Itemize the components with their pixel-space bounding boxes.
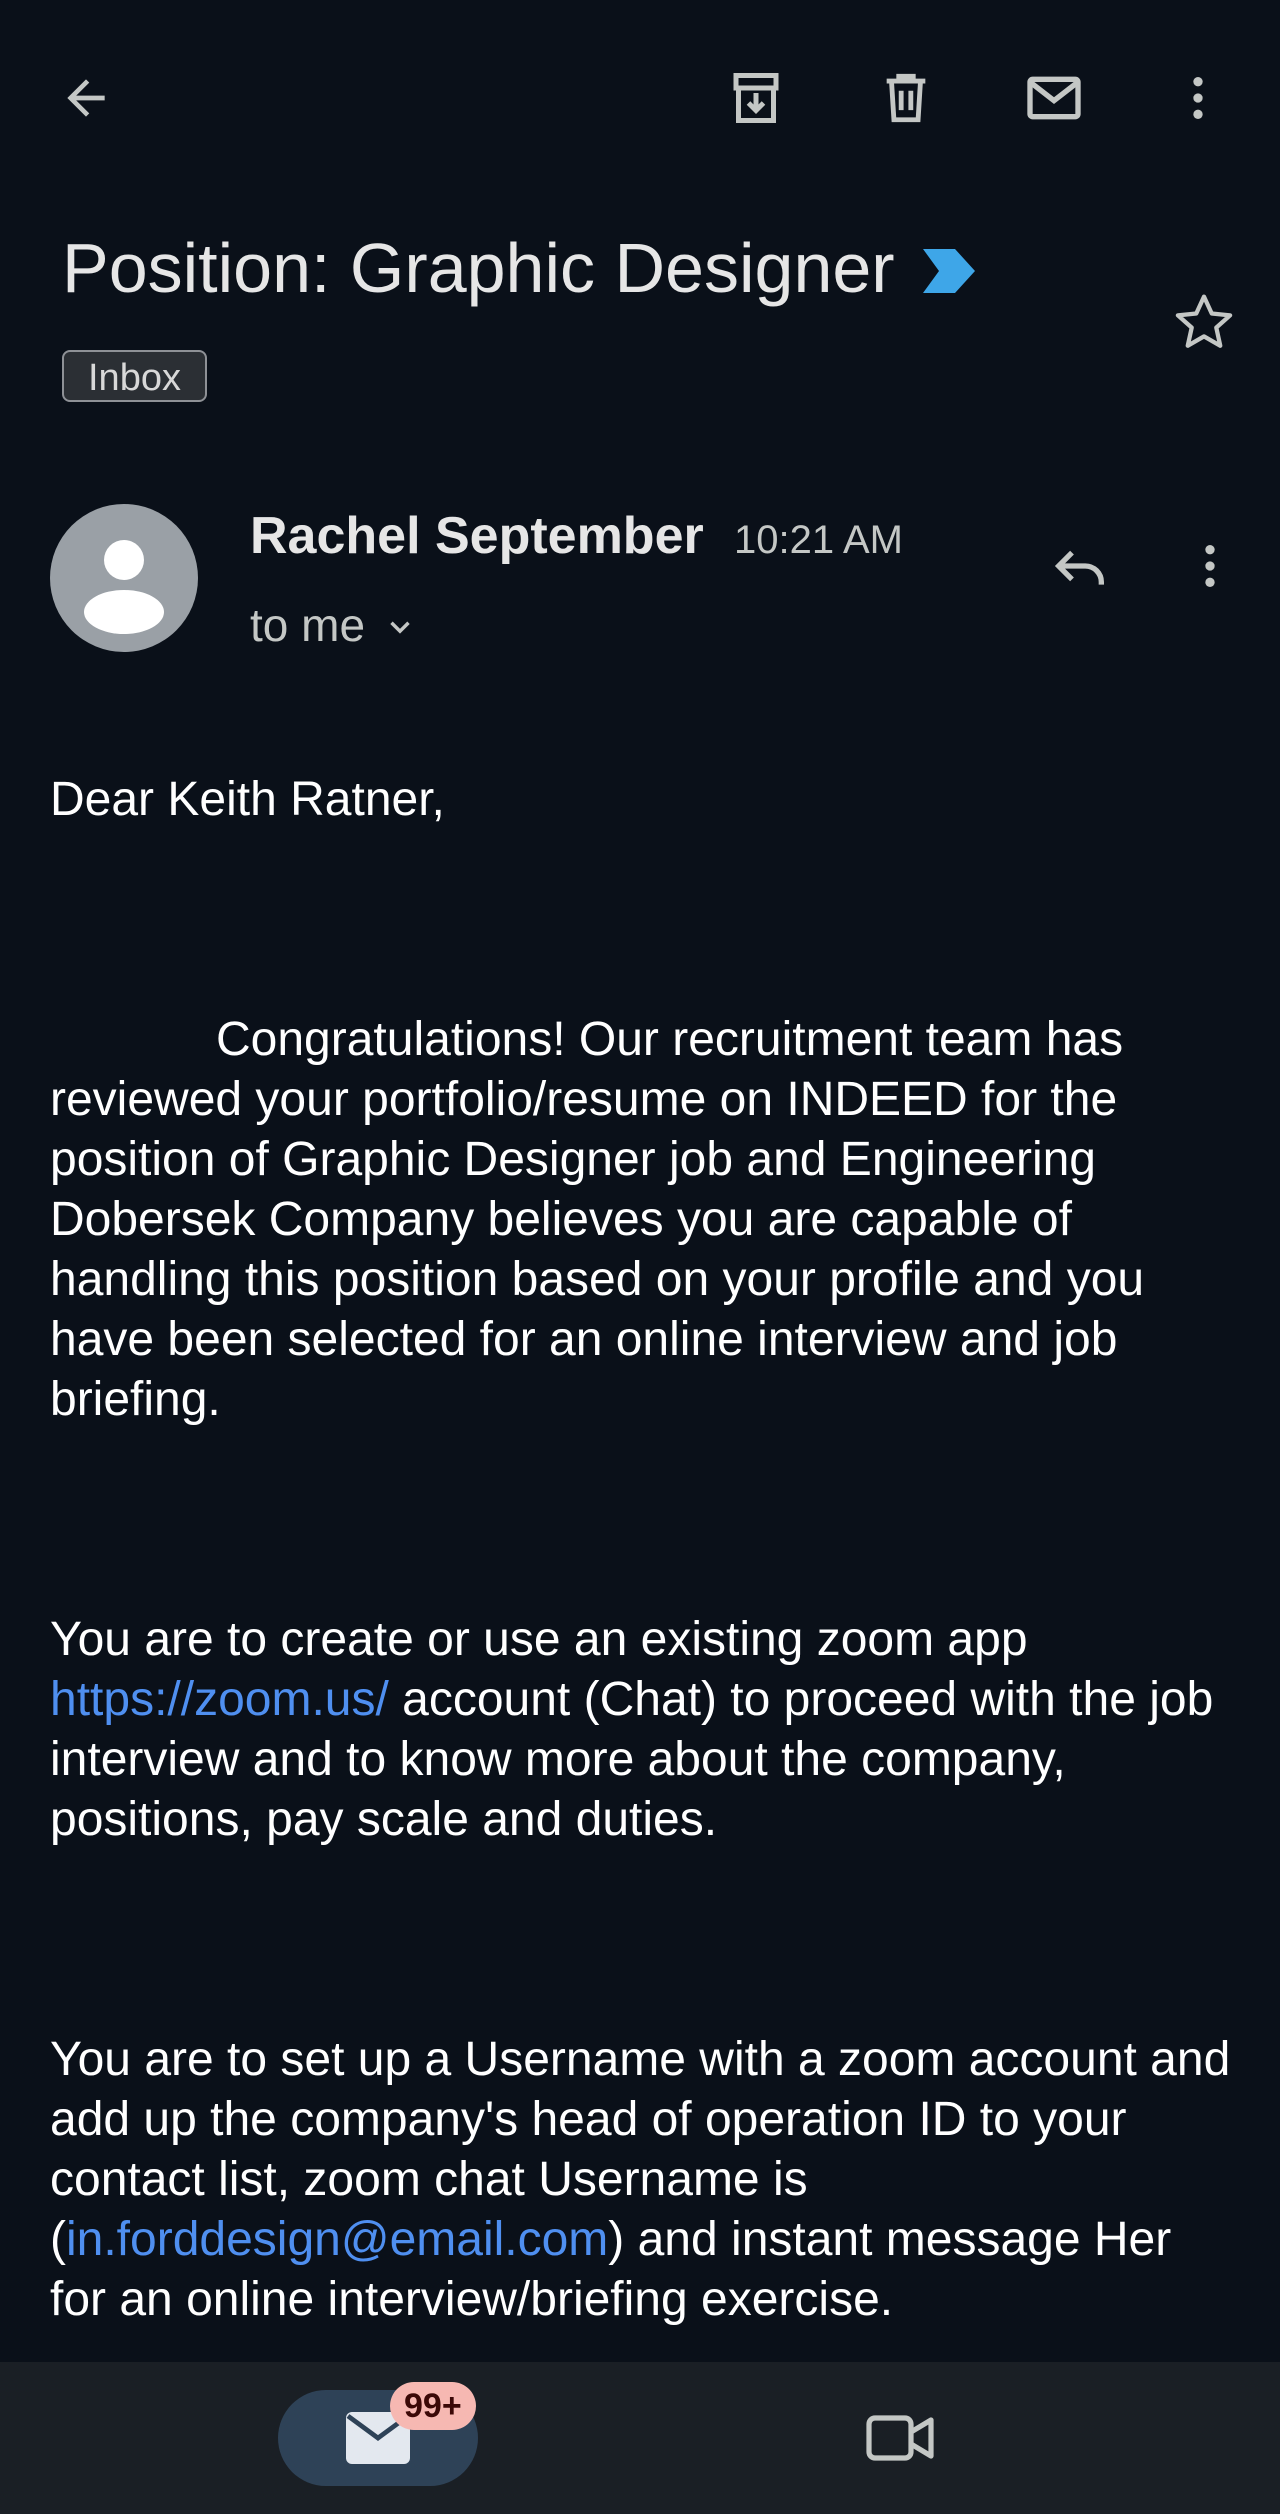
video-camera-icon <box>866 2415 934 2461</box>
reply-button[interactable] <box>1030 516 1130 616</box>
nav-meet-tab[interactable] <box>850 2390 950 2486</box>
email-body: Dear Keith Ratner, Congratulations! Our … <box>50 770 1240 2330</box>
chevron-down-icon <box>390 621 410 634</box>
back-button[interactable] <box>36 48 136 148</box>
body-greeting: Dear Keith Ratner, <box>50 773 445 826</box>
archive-icon <box>733 73 779 123</box>
more-vertical-icon <box>1193 77 1203 119</box>
zoom-link[interactable]: https://zoom.us/ <box>50 1673 389 1726</box>
star-outline-icon <box>1175 294 1233 348</box>
sender-name[interactable]: Rachel September <box>250 506 704 566</box>
recipient-details-toggle[interactable]: to me <box>250 598 417 652</box>
importance-marker-icon[interactable] <box>922 249 979 293</box>
mail-icon <box>1027 76 1081 120</box>
archive-button[interactable] <box>706 48 806 148</box>
person-avatar-icon <box>84 540 164 634</box>
unread-count-badge: 99+ <box>390 2382 476 2430</box>
subject-title: Position: Graphic Designer <box>62 229 895 307</box>
zoom-text-pre: You are to create or use an existing zoo… <box>50 1613 1028 1666</box>
email-subject: Position: Graphic Designer <box>62 228 979 308</box>
more-vertical-icon <box>1205 545 1215 587</box>
trash-icon <box>886 73 926 123</box>
recipient-label: to me <box>250 599 366 651</box>
reply-icon <box>1054 550 1104 585</box>
avatar[interactable] <box>50 504 198 652</box>
email-view: Position: Graphic Designer Inbox Rachel … <box>0 0 1280 2514</box>
label-chip-inbox[interactable]: Inbox <box>62 350 207 402</box>
email-link[interactable]: in.forddesign@email.com <box>66 2213 608 2266</box>
delete-button[interactable] <box>856 48 956 148</box>
bottom-navigation: 99+ <box>0 2362 1280 2514</box>
star-button[interactable] <box>1154 272 1254 372</box>
top-app-bar <box>0 0 1280 200</box>
body-zoom-paragraph: You are to create or use an existing zoo… <box>50 1610 1240 1850</box>
sent-time: 10:21 AM <box>734 518 904 562</box>
mark-unread-button[interactable] <box>1004 48 1104 148</box>
body-username-paragraph: You are to set up a Username with a zoom… <box>50 2030 1240 2330</box>
body-congrats-paragraph: Congratulations! Our recruitment team ha… <box>50 1013 1145 1426</box>
arrow-left-icon <box>67 79 105 117</box>
message-more-button[interactable] <box>1160 516 1260 616</box>
more-options-button[interactable] <box>1148 48 1248 148</box>
